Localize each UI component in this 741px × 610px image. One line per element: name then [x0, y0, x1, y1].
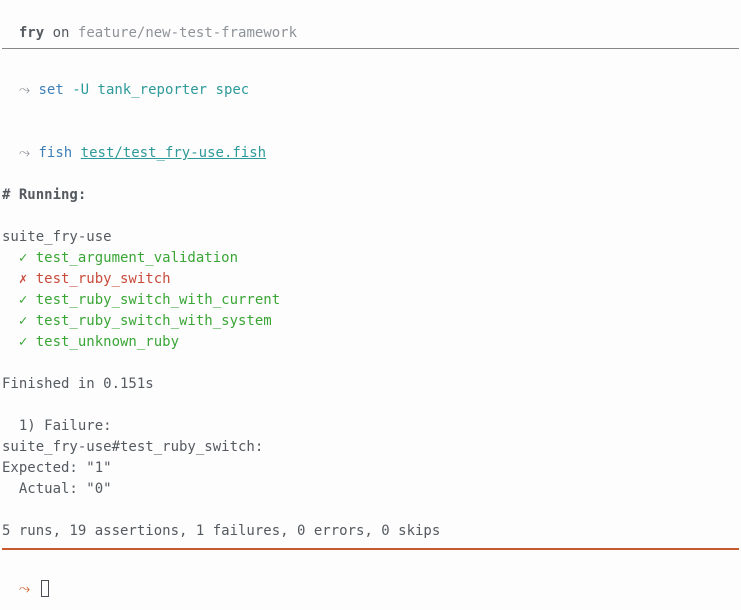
blank-line [2, 206, 739, 227]
running-header: # Running: [2, 185, 739, 206]
test-name: test_unknown_ruby [27, 334, 179, 350]
failure-header: 1) Failure: [2, 416, 739, 437]
git-branch: feature/new-test-framework [78, 25, 297, 41]
command-name: set [39, 82, 64, 98]
blank-line [2, 500, 739, 521]
test-result-item: ✓ test_ruby_switch_with_system [2, 311, 739, 332]
finished-timing: Finished in 0.151s [2, 374, 739, 395]
command-args: -U tank_reporter spec [72, 82, 249, 98]
test-result-item: ✓ test_unknown_ruby [2, 332, 739, 353]
cursor [41, 580, 49, 597]
test-result-item: ✓ test_ruby_switch_with_current [2, 290, 739, 311]
test-name: test_ruby_switch_with_current [27, 292, 280, 308]
command-name: fish [39, 145, 73, 161]
divider [2, 48, 739, 49]
blank-line [2, 101, 739, 122]
shell-prompt-header: fry on feature/new-test-framework [2, 2, 739, 44]
blank-line [2, 395, 739, 416]
test-name: test_ruby_switch_with_system [27, 313, 271, 329]
prompt-user: fry [19, 25, 44, 41]
command-line-2: ⤳ fish test/test_fry-use.fish [2, 122, 739, 164]
prompt-arrow-icon: ⤳ [19, 145, 30, 161]
suite-name: suite_fry-use [2, 227, 739, 248]
prompt-on: on [53, 25, 70, 41]
blank-line [2, 353, 739, 374]
prompt-arrow-icon: ⤳ [19, 82, 30, 98]
test-result-item: ✓ test_argument_validation [2, 248, 739, 269]
test-name: test_argument_validation [27, 250, 238, 266]
failure-expected: Expected: "1" [2, 458, 739, 479]
prompt-arrow-icon: ⤳ [19, 581, 30, 597]
active-prompt[interactable]: ⤳ [2, 558, 739, 600]
blank-line [2, 164, 739, 185]
divider-orange [2, 548, 739, 550]
failure-actual: Actual: "0" [2, 479, 739, 500]
failure-location: suite_fry-use#test_ruby_switch: [2, 437, 739, 458]
summary-line: 5 runs, 19 assertions, 1 failures, 0 err… [2, 521, 739, 542]
test-name: test_ruby_switch [27, 271, 170, 287]
test-results-list: ✓ test_argument_validation✗ test_ruby_sw… [2, 248, 739, 353]
command-path-arg: test/test_fry-use.fish [81, 145, 266, 161]
test-result-item: ✗ test_ruby_switch [2, 269, 739, 290]
command-line-1: ⤳ set -U tank_reporter spec [2, 59, 739, 101]
